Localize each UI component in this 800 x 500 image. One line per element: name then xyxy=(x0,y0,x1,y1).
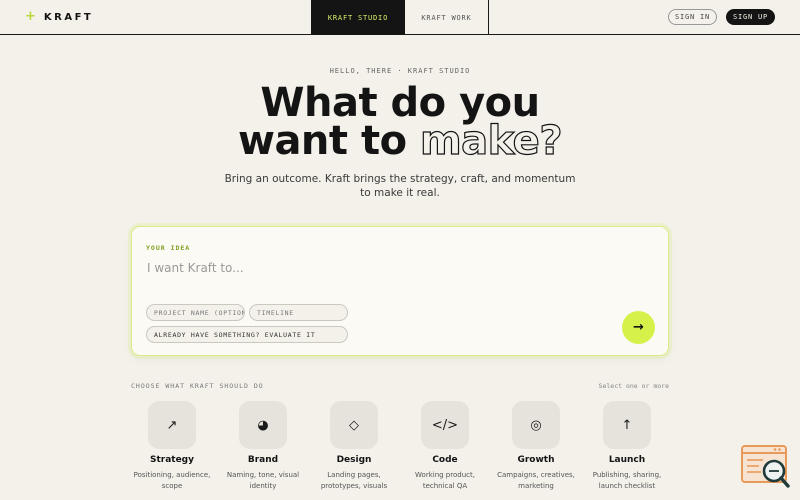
service-desc: Landing pages, prototypes, visuals xyxy=(320,471,388,490)
service-launch[interactable]: ↑ Launch Publishing, sharing, launch che… xyxy=(582,401,672,491)
services-hint: Select one or more xyxy=(598,382,669,390)
service-desc: Working product, technical QA xyxy=(415,471,475,490)
sign-up-button[interactable]: SIGN UP xyxy=(726,9,775,25)
hero-eyebrow: HELLO, THERE · KRAFT STUDIO xyxy=(329,67,471,75)
idea-label: YOUR IDEA xyxy=(146,244,191,252)
sign-in-button[interactable]: SIGN IN xyxy=(668,9,717,25)
idea-input[interactable]: I want Kraft to... xyxy=(147,261,244,275)
target-icon: ◎ xyxy=(512,401,560,449)
nav-tabs: KRAFT STUDIO KRAFT WORK xyxy=(311,0,489,35)
service-name: Design xyxy=(336,455,372,465)
logo-text: KRAFT xyxy=(43,11,94,23)
idea-card: YOUR IDEA I want Kraft to... PROJECT NAM… xyxy=(131,226,669,356)
evaluate-existing-button[interactable]: ALREADY HAVE SOMETHING? EVALUATE IT xyxy=(146,326,348,343)
kraft-logo[interactable]: + KRAFT xyxy=(25,10,93,24)
service-name: Launch xyxy=(608,455,646,465)
tab-kraft-studio[interactable]: KRAFT STUDIO xyxy=(311,0,405,35)
arrow-up-icon: ↑ xyxy=(603,401,651,449)
service-growth[interactable]: ◎ Growth Campaigns, creatives, marketing xyxy=(491,401,581,491)
headline-line-2: want to make? xyxy=(0,120,800,161)
headline-outline: make? xyxy=(419,118,563,164)
service-brand[interactable]: ◕ Brand Naming, tone, visual identity xyxy=(218,401,308,491)
arrow-right-icon: → xyxy=(633,320,644,335)
hero-headline: What do you want to make? xyxy=(0,80,800,162)
pie-icon: ◕ xyxy=(239,401,287,449)
plus-icon: + xyxy=(25,9,36,24)
code-icon: </> xyxy=(421,401,469,449)
service-desc: Naming, tone, visual identity xyxy=(226,471,300,490)
top-nav: + KRAFT KRAFT STUDIO KRAFT WORK SIGN IN … xyxy=(0,0,800,35)
service-name: Code xyxy=(432,455,458,465)
submit-button[interactable]: → xyxy=(622,311,655,344)
service-desc: Campaigns, creatives, marketing xyxy=(497,471,575,490)
hero-subtitle: Bring an outcome. Kraft brings the strat… xyxy=(224,173,576,199)
services-label: CHOOSE WHAT KRAFT SHOULD DO xyxy=(131,382,264,390)
service-strategy[interactable]: ↗ Strategy Positioning, audience, scope xyxy=(127,401,217,491)
service-name: Strategy xyxy=(149,455,194,465)
timeline-field[interactable]: TIMELINE xyxy=(249,304,348,321)
service-name: Growth xyxy=(517,455,555,465)
service-name: Brand xyxy=(247,455,279,465)
auth-buttons: SIGN IN SIGN UP xyxy=(668,9,775,25)
service-desc: Positioning, audience, scope xyxy=(133,471,211,490)
arrow-up-right-icon: ↗ xyxy=(148,401,196,449)
service-desc: Publishing, sharing, launch checklist xyxy=(592,471,662,490)
headline-solid: want to xyxy=(237,118,420,164)
headline-line-1: What do you xyxy=(260,80,540,126)
service-design[interactable]: ◇ Design Landing pages, prototypes, visu… xyxy=(309,401,399,491)
tab-kraft-work[interactable]: KRAFT WORK xyxy=(405,0,489,35)
inspect-widget-icon[interactable] xyxy=(740,443,792,491)
project-name-field[interactable]: PROJECT NAME (OPTIONAL) xyxy=(146,304,245,321)
service-code[interactable]: </> Code Working product, technical QA xyxy=(400,401,490,491)
diamond-icon: ◇ xyxy=(330,401,378,449)
